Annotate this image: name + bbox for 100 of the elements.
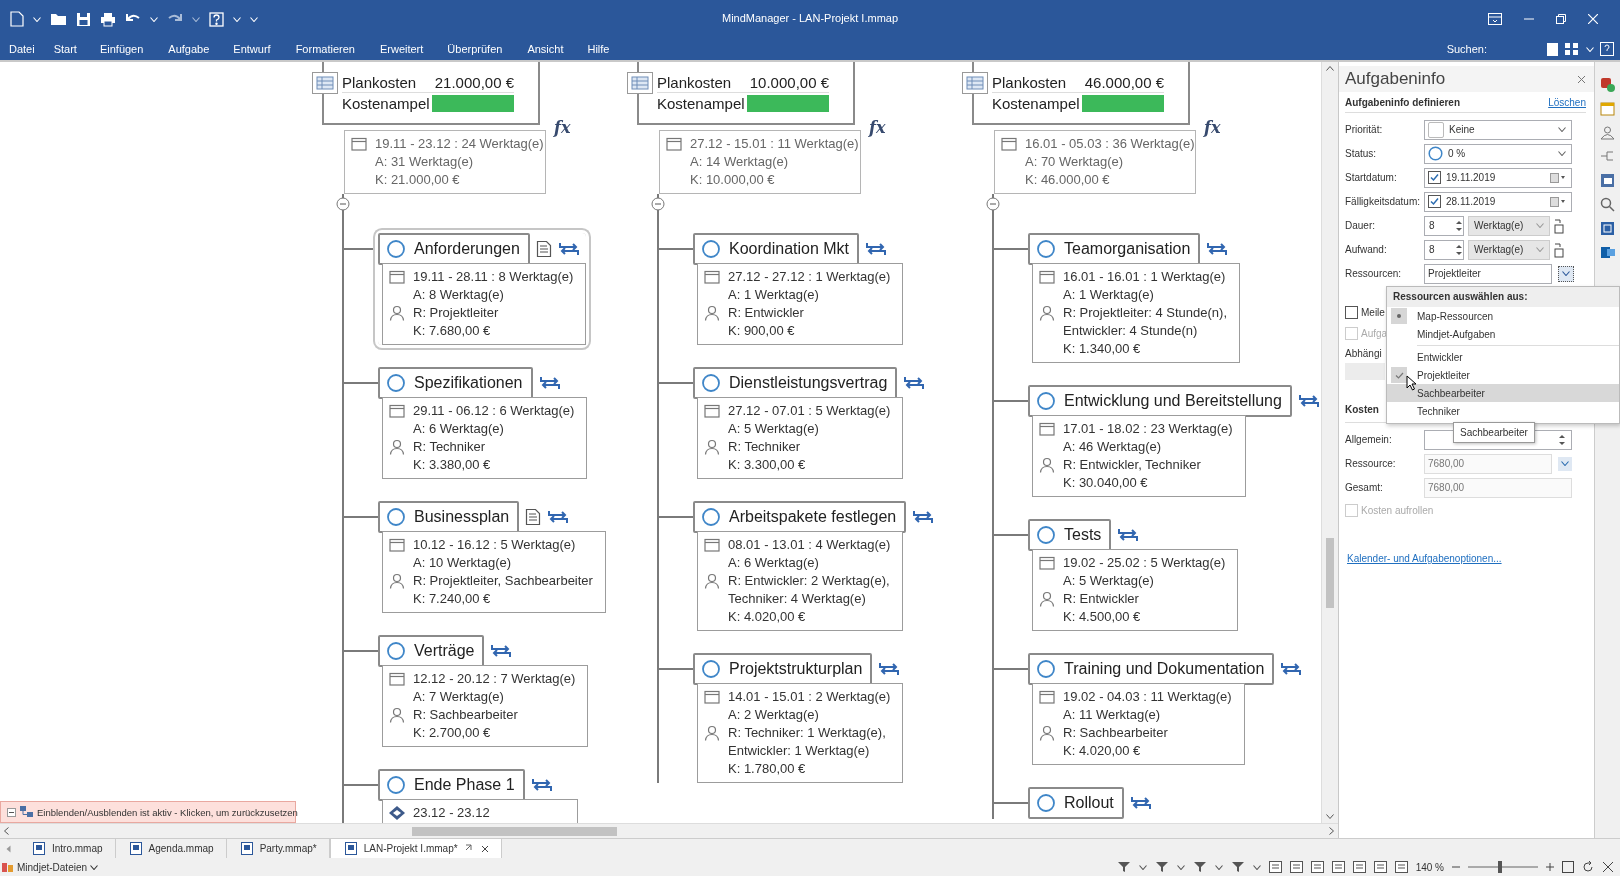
- search-icon[interactable]: [1599, 196, 1616, 213]
- task-node[interactable]: Teamorganisation 16.01 - 16.01 : 1 Werktag(e) A: 1 Werktag(e) R: Projektleiter: 4 Stunde(n), Entwickler: 4 Stunde(n) K: 1.340,00 €: [1028, 233, 1241, 363]
- menu-item[interactable]: Datei: [9, 43, 47, 55]
- checkbox[interactable]: [1428, 171, 1441, 184]
- menu-item[interactable]: Einfügen: [99, 43, 156, 55]
- spinner-icon[interactable]: [1455, 242, 1463, 257]
- scroll-up-icon[interactable]: [1326, 66, 1334, 71]
- topic-box[interactable]: Rollout: [1028, 787, 1124, 819]
- frame-icon[interactable]: [1599, 220, 1616, 237]
- topic-box[interactable]: Verträge: [378, 635, 485, 667]
- pin-icon[interactable]: [464, 844, 474, 853]
- menu-item[interactable]: Projektleiter: [1387, 366, 1619, 384]
- task-node[interactable]: Dienstleistungsvertrag 27.12 - 07.01 : 5 Werktag(e) A: 5 Werktag(e) R: Techniker K: 3.300,00 €: [693, 367, 926, 479]
- printer-icon[interactable]: [100, 11, 116, 27]
- topic-box[interactable]: Businessplan: [378, 501, 520, 533]
- link-checkbox-icon[interactable]: [1554, 241, 1564, 258]
- options-link[interactable]: Kalender- und Aufgabenoptionen...: [1347, 553, 1502, 564]
- topic-box[interactable]: Teamorganisation: [1028, 233, 1201, 265]
- menu-item[interactable]: Aufgabe: [168, 43, 222, 55]
- topic-box[interactable]: Training und Dokumentation: [1028, 653, 1275, 685]
- number-field[interactable]: 8: [1424, 215, 1464, 236]
- spinner-icon[interactable]: [1558, 432, 1566, 447]
- fit-map-icon[interactable]: [1562, 861, 1574, 873]
- close-icon[interactable]: [480, 844, 489, 853]
- task-node[interactable]: Businessplan 10.12 - 16.12 : 5 Werktag(e) A: 10 Werktag(e) R: Projektleiter, Sachbearbeiter K: 7.240,00 €: [378, 501, 606, 613]
- ribbon-display-icon[interactable]: [1488, 13, 1502, 25]
- resource-field[interactable]: Projektleiter: [1424, 263, 1552, 284]
- vertical-scrollbar[interactable]: [1321, 62, 1338, 823]
- topic-box[interactable]: Tests: [1028, 519, 1112, 551]
- person-icon[interactable]: [1599, 124, 1616, 141]
- filter-notification-bar[interactable]: Einblenden/Ausblenden ist aktiv - Klicken, um zurückzusetzen: [0, 801, 296, 823]
- new-document-icon[interactable]: [10, 11, 24, 27]
- library-menu[interactable]: Mindjet-Dateien: [2, 861, 99, 873]
- task-node[interactable]: Verträge 12.12 - 20.12 : 7 Werktag(e) A: 7 Werktag(e) R: Sachbearbeiter K: 2.700,00 €: [378, 635, 589, 747]
- task-node[interactable]: Tests 19.02 - 25.02 : 5 Werktag(e) A: 5 Werktag(e) R: Entwickler K: 4.500,00 €: [1028, 519, 1239, 631]
- task-node[interactable]: Koordination Mkt 27.12 - 27.12 : 1 Werktag(e) A: 1 Werktag(e) R: Entwickler K: 900,00 €: [693, 233, 904, 345]
- unit-select[interactable]: Werktag(e): [1468, 215, 1550, 236]
- topic-box[interactable]: Ende Phase 1: [378, 769, 525, 801]
- filter-icon[interactable]: [1116, 861, 1131, 873]
- task-node[interactable]: Training und Dokumentation 19.02 - 04.03 : 11 Werktag(e) A: 11 Werktag(e) R: Sachbearbeiter K: 4.020,00 €: [1028, 653, 1303, 765]
- filter-icon[interactable]: [1154, 861, 1169, 873]
- task-node[interactable]: Arbeitspakete festlegen 08.01 - 13.01 : 4 Werktag(e) A: 6 Werktag(e) R: Entwickler: 2 Werktag(e), Techniker: 4 Werktag(e) K: 4.020,00 €: [693, 501, 935, 631]
- menu-item[interactable]: Überprüfen: [447, 43, 515, 55]
- help-icon[interactable]: [1600, 42, 1614, 56]
- dropdown-button[interactable]: [1558, 265, 1574, 282]
- menu-item[interactable]: Map-Ressourcen: [1387, 307, 1619, 325]
- scrollbar-thumb[interactable]: [1326, 537, 1334, 608]
- menu-item[interactable]: Hilfe: [587, 43, 622, 55]
- clear-link[interactable]: Löschen: [1548, 96, 1586, 108]
- link-checkbox-icon[interactable]: [1554, 217, 1564, 234]
- calendar-icon[interactable]: [1550, 172, 1566, 183]
- topic-box[interactable]: Koordination Mkt: [693, 233, 860, 265]
- menu-item[interactable]: Formatieren: [295, 43, 367, 55]
- task-marker-icon[interactable]: [1599, 76, 1616, 93]
- task-node[interactable]: Spezifikationen 29.11 - 06.12 : 6 Werktag(e) A: 6 Werktag(e) R: Techniker K: 3.380,00 €: [378, 367, 588, 479]
- scroll-right-icon[interactable]: [1329, 827, 1334, 835]
- folder-icon[interactable]: [50, 12, 67, 26]
- topic-box[interactable]: Entwicklung und Bereitstellung: [1028, 385, 1292, 417]
- save-icon[interactable]: [76, 11, 91, 27]
- menu-item[interactable]: Entwickler: [1387, 348, 1619, 366]
- task-node[interactable]: Rollout: [1028, 787, 1152, 819]
- status-select[interactable]: 0 %: [1424, 143, 1572, 164]
- refresh-icon[interactable]: [1582, 861, 1594, 873]
- menu-item[interactable]: Sachbearbeiter: [1387, 384, 1619, 402]
- menu-item[interactable]: Start: [53, 43, 89, 55]
- mail-icon[interactable]: [1599, 244, 1616, 261]
- notes-icon[interactable]: [1599, 172, 1616, 189]
- checkbox[interactable]: [1428, 195, 1441, 208]
- slider-thumb[interactable]: [1497, 861, 1502, 873]
- spinner-icon[interactable]: [1455, 218, 1463, 233]
- task-node[interactable]: Anforderungen 19.11 - 28.11 : 8 Werktag(e) A: 8 Werktag(e) R: Projektleiter K: 7.680,00 €: [378, 233, 587, 345]
- close-icon[interactable]: [1577, 74, 1586, 84]
- scroll-left-icon[interactable]: [4, 827, 9, 835]
- collapse-icon[interactable]: [7, 807, 16, 817]
- task-node[interactable]: Projektstrukturplan 14.01 - 15.01 : 2 Werktag(e) A: 2 Werktag(e) R: Techniker: 1 Werktag(e), Entwickler: 1 Werktag(e) K: 1.780,00 €: [693, 653, 904, 783]
- topic-box[interactable]: Arbeitspakete festlegen: [693, 501, 907, 533]
- document-tab[interactable]: LAN-Projekt I.mmap*: [329, 839, 502, 858]
- zoom-in-icon[interactable]: [1546, 863, 1554, 871]
- unit-select[interactable]: Werktag(e): [1468, 239, 1550, 260]
- topic-box[interactable]: Projektstrukturplan: [693, 653, 873, 685]
- menu-item[interactable]: Ansicht: [527, 43, 576, 55]
- menu-item[interactable]: Mindjet-Aufgaben: [1387, 325, 1619, 343]
- topic-box[interactable]: Spezifikationen: [378, 367, 533, 399]
- view-icon[interactable]: [1268, 861, 1282, 873]
- task-node[interactable]: Entwicklung und Bereitstellung 17.01 - 18.02 : 23 Werktag(e) A: 46 Werktag(e) R: Entwickler, Techniker K: 30.040,00 €: [1028, 385, 1320, 497]
- help-icon[interactable]: [209, 11, 224, 27]
- horizontal-scrollbar[interactable]: [0, 823, 1338, 838]
- dependency-field[interactable]: [1345, 363, 1385, 380]
- filter-icon[interactable]: [1230, 861, 1245, 873]
- number-field[interactable]: 8: [1424, 239, 1464, 260]
- dropdown-button[interactable]: [1558, 456, 1572, 471]
- collapse-icon[interactable]: [336, 197, 350, 211]
- menu-item[interactable]: Erweitert: [379, 43, 436, 55]
- collapse-icon[interactable]: [986, 197, 1000, 211]
- filter-icon[interactable]: [1192, 861, 1207, 873]
- date-field[interactable]: 28.11.2019: [1424, 191, 1572, 212]
- restore-icon[interactable]: [1556, 14, 1566, 24]
- search-field[interactable]: [1547, 42, 1558, 56]
- calendar-icon[interactable]: [1550, 196, 1566, 207]
- topic-box[interactable]: Dienstleistungsvertrag: [693, 367, 898, 399]
